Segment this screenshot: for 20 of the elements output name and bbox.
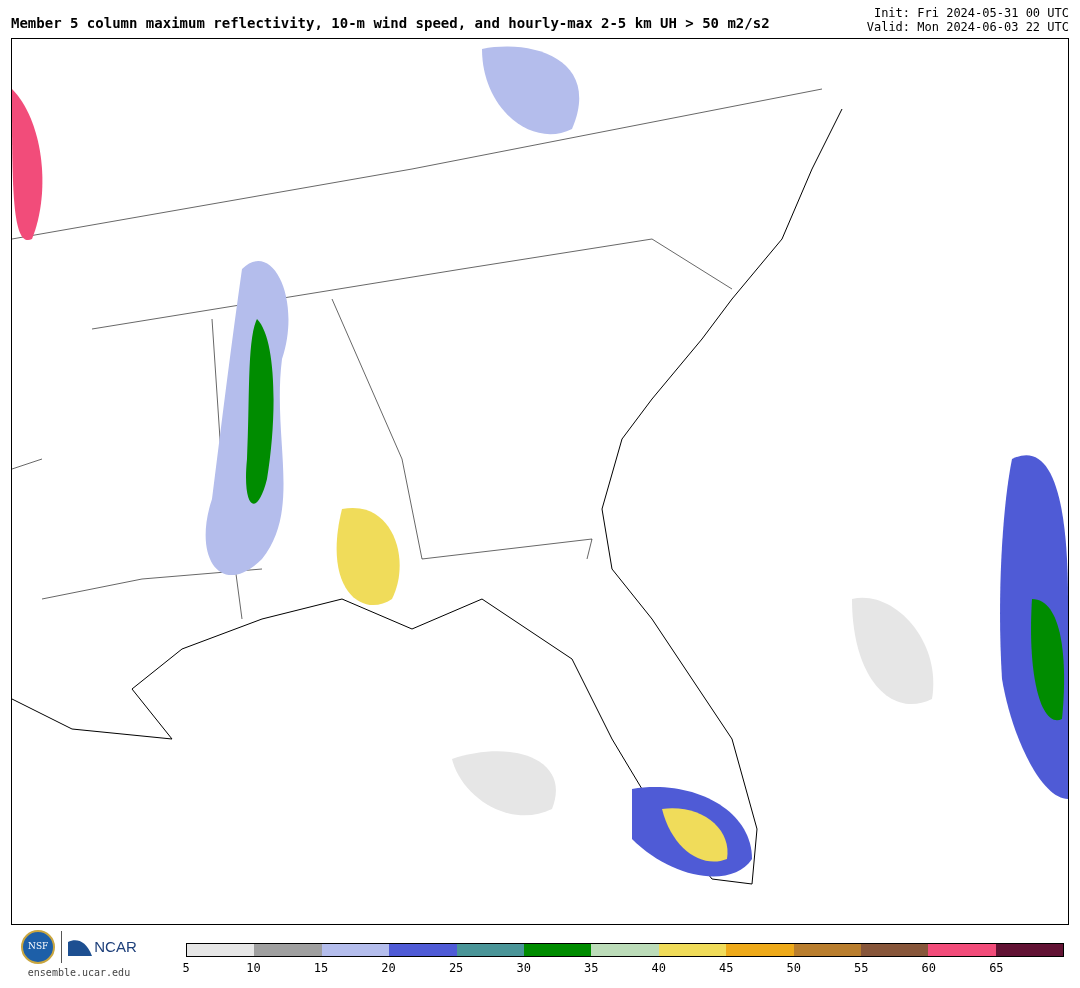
website-url: ensemble.ucar.edu [27,966,131,980]
nsf-logo: NSF [21,930,56,964]
colorbar-tick-label: 30 [516,961,531,975]
colorbar-tick-label: 55 [854,961,869,975]
colorbar-tick-label: 65 [989,961,1004,975]
colorbar-tick-label: 20 [381,961,396,975]
ncar-logo-text: NCAR [94,936,137,957]
init-time: Init: Fri 2024-05-31 00 UTC [873,6,1069,20]
colorbar-tick-label: 60 [921,961,937,975]
ncar-logo-icon [68,938,93,956]
colorbar-tick-label: 40 [651,961,666,975]
colorbar-tick-label: 35 [583,961,599,975]
colorbar-tick-label: 10 [246,961,261,975]
colorbar-tick-label: 5 [182,961,190,975]
colorbar-tick-label: 25 [448,961,464,975]
colorbar-tick-label: 45 [719,961,734,975]
valid-time: Valid: Mon 2024-06-03 22 UTC [866,20,1069,34]
colorbar-tick-label: 15 [313,961,329,975]
colorbar-tick-label: 50 [786,961,801,975]
chart-title: Member 5 column maximum reflectivity, 10-m wind speed, and hourly-max 2-5 km UH > 50 m2/s2 [11,14,770,33]
